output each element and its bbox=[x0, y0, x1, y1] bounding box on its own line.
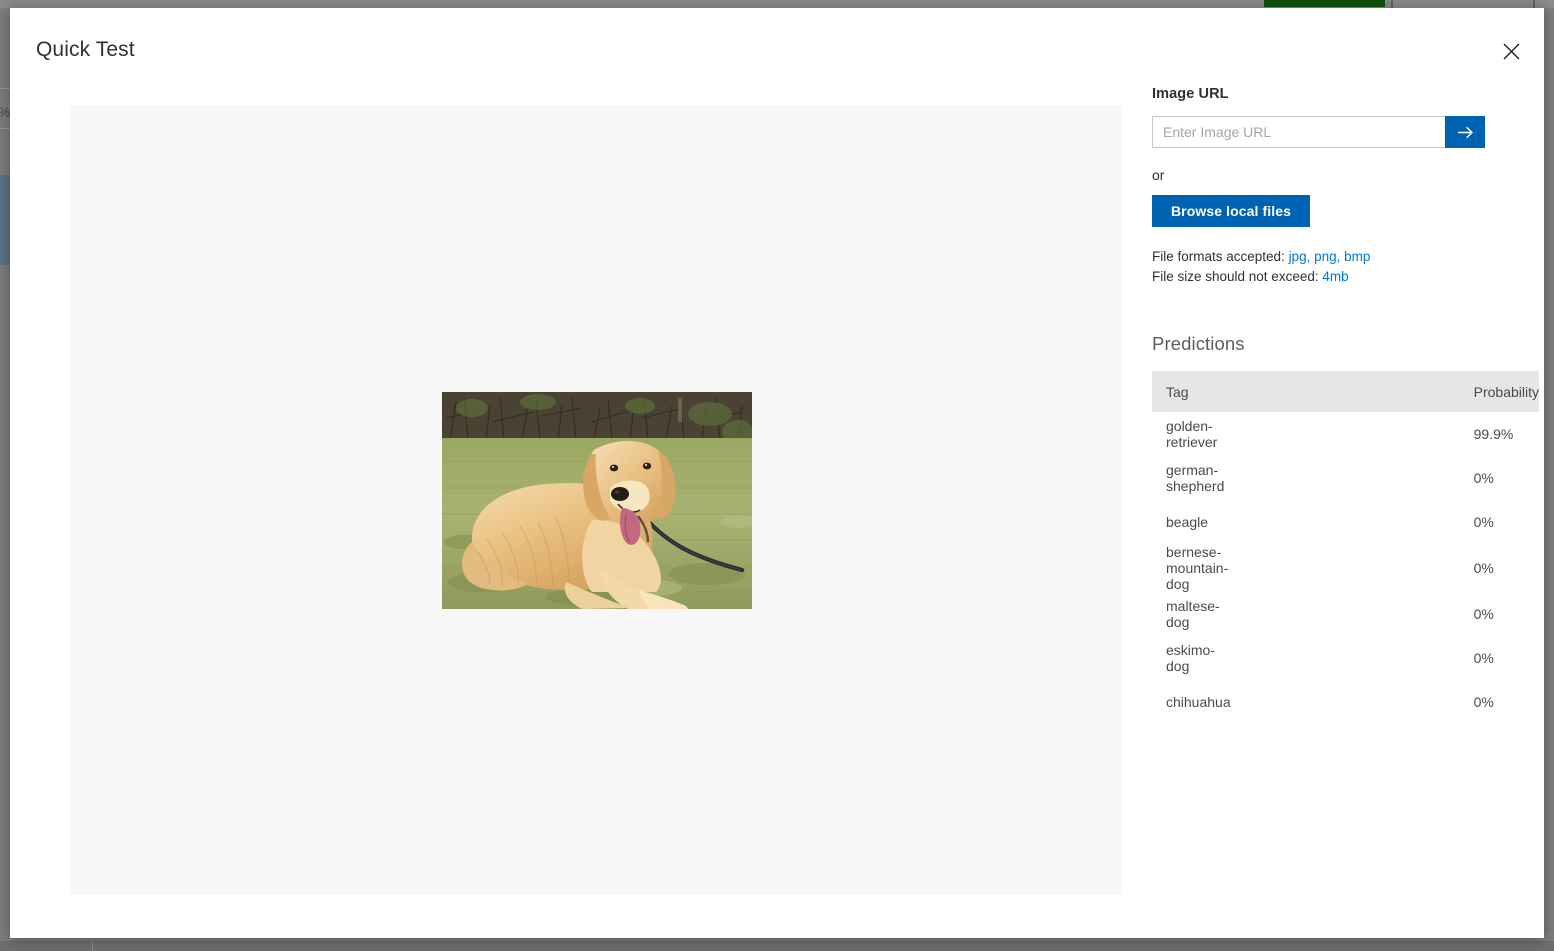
dog-photo bbox=[442, 392, 752, 609]
background-rule-upper bbox=[0, 88, 10, 89]
column-header-probability: Probability bbox=[1230, 371, 1539, 412]
predictions-table-head: Tag Probability bbox=[1152, 371, 1539, 412]
prediction-tag: golden-retriever bbox=[1166, 418, 1218, 450]
prediction-tag: eskimo-dog bbox=[1166, 642, 1216, 674]
table-row: maltese-dog 0% bbox=[1152, 592, 1539, 636]
prediction-probability: 0% bbox=[1473, 470, 1494, 486]
quick-test-modal: Quick Test Image URL Enter Image URL or … bbox=[10, 8, 1544, 938]
prediction-probability: 99.9% bbox=[1473, 426, 1514, 442]
background-rule-lower bbox=[0, 128, 10, 129]
image-preview-pane bbox=[70, 105, 1122, 895]
background-blue-panel bbox=[0, 175, 10, 265]
predictions-heading: Predictions bbox=[1152, 333, 1245, 354]
background-bottom-strip bbox=[0, 941, 1554, 951]
file-size-line: File size should not exceed: 4mb bbox=[1152, 267, 1502, 287]
table-header-row: Tag Probability bbox=[1152, 371, 1539, 412]
prediction-probability: 0% bbox=[1473, 650, 1494, 666]
prediction-tag: beagle bbox=[1166, 514, 1209, 530]
close-icon[interactable] bbox=[1494, 34, 1528, 68]
file-formats-label: File formats accepted: bbox=[1152, 249, 1289, 264]
quick-test-side-panel: Image URL or Browse local files File for… bbox=[1152, 86, 1539, 724]
image-url-label: Image URL bbox=[1152, 86, 1229, 102]
column-header-tag: Tag bbox=[1152, 371, 1231, 412]
prediction-probability: 0% bbox=[1473, 514, 1494, 530]
prediction-probability: 0% bbox=[1473, 560, 1494, 576]
file-formats-value: jpg, png, bmp bbox=[1288, 249, 1371, 264]
table-row: bernese-mountain-dog 0% bbox=[1152, 544, 1539, 592]
or-separator-label: or bbox=[1152, 167, 1165, 183]
background-divider-left bbox=[1391, 0, 1393, 8]
prediction-probability: 0% bbox=[1473, 606, 1494, 622]
background-bottom-tick bbox=[92, 941, 93, 951]
table-row: golden-retriever 99.9% bbox=[1152, 412, 1539, 456]
predictions-table: Tag Probability golden-retriever 99.9% ger… bbox=[1152, 371, 1539, 724]
file-size-label: File size should not exceed: bbox=[1152, 269, 1323, 284]
browse-local-files-button[interactable]: Browse local files bbox=[1152, 195, 1310, 227]
background-green-progress-bar bbox=[1264, 0, 1385, 7]
preview-image bbox=[442, 392, 752, 609]
background-percent-text: % bbox=[0, 104, 10, 120]
table-row: chihuahua 0% bbox=[1152, 680, 1539, 724]
table-row: beagle 0% bbox=[1152, 500, 1539, 544]
prediction-tag: chihuahua bbox=[1166, 694, 1231, 710]
submit-url-button[interactable] bbox=[1445, 116, 1485, 148]
image-url-row bbox=[1152, 116, 1485, 148]
prediction-tag: maltese-dog bbox=[1166, 598, 1220, 630]
image-url-input[interactable] bbox=[1152, 116, 1445, 148]
table-row: german-shepherd 0% bbox=[1152, 456, 1539, 500]
arrow-right-icon bbox=[1457, 126, 1473, 138]
table-row: eskimo-dog 0% bbox=[1152, 636, 1539, 680]
file-formats-line: File formats accepted: jpg, png, bmp bbox=[1152, 247, 1502, 267]
page-title: Quick Test bbox=[36, 38, 135, 61]
file-requirements-note: File formats accepted: jpg, png, bmp Fil… bbox=[1152, 247, 1502, 287]
background-divider-right bbox=[1533, 0, 1535, 8]
predictions-table-body: golden-retriever 99.9% german-shepherd 0% be… bbox=[1152, 412, 1539, 724]
prediction-probability: 0% bbox=[1473, 694, 1494, 710]
file-size-value: 4mb bbox=[1322, 269, 1349, 284]
prediction-tag: german-shepherd bbox=[1166, 462, 1225, 494]
prediction-tag: bernese-mountain-dog bbox=[1166, 544, 1229, 592]
